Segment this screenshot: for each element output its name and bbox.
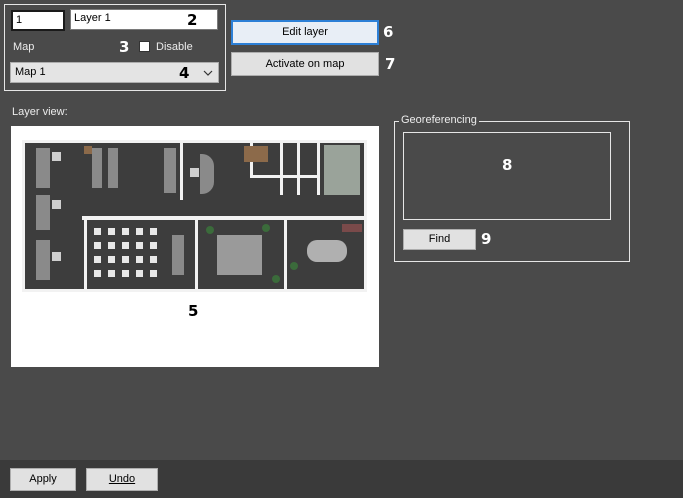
callout-9: 9	[481, 230, 492, 248]
layer-number-value: 1	[16, 14, 23, 26]
callout-2: 2	[187, 11, 198, 29]
disable-checkbox[interactable]	[139, 41, 150, 52]
georeferencing-preview[interactable]	[403, 132, 611, 220]
callout-3: 3	[119, 38, 130, 56]
apply-button[interactable]: Apply	[10, 468, 76, 491]
find-button[interactable]: Find	[403, 229, 476, 250]
map-label: Map	[13, 41, 35, 53]
chevron-down-icon	[203, 70, 213, 76]
callout-1: 1	[46, 12, 57, 30]
georeferencing-legend: Georeferencing	[399, 114, 479, 126]
callout-7: 7	[385, 55, 396, 73]
edit-layer-button[interactable]: Edit layer	[231, 20, 379, 45]
activate-on-map-button[interactable]: Activate on map	[231, 52, 379, 76]
callout-5: 5	[188, 302, 199, 320]
layer-number-field[interactable]: 1	[11, 10, 65, 31]
callout-8: 8	[502, 156, 513, 174]
map-select-value: Map 1	[15, 66, 46, 78]
undo-button[interactable]: Undo	[86, 468, 158, 491]
callout-6: 6	[383, 23, 394, 41]
disable-label[interactable]: Disable	[156, 41, 193, 53]
layer-view-label: Layer view:	[12, 106, 68, 118]
callout-4: 4	[179, 64, 190, 82]
floor-plan-image	[22, 140, 367, 292]
layer-name-value: Layer 1	[74, 12, 111, 24]
